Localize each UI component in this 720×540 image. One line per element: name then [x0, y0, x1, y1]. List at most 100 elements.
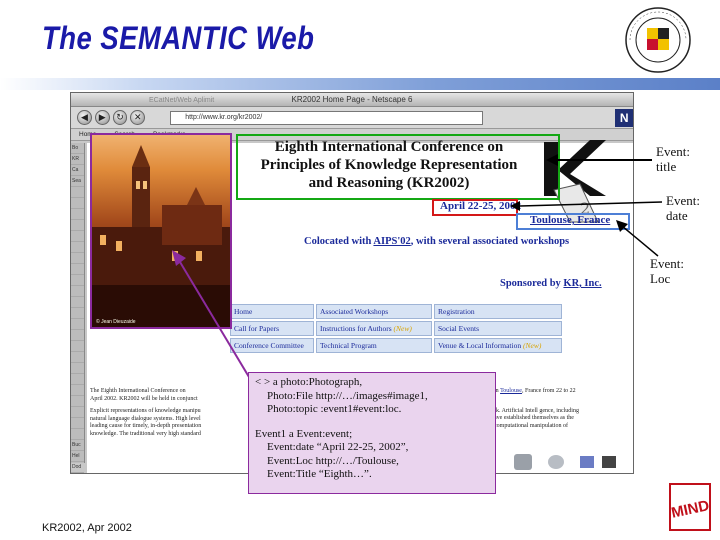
- text-line: The Eighth International Conference on: [90, 388, 186, 394]
- sidebar-item[interactable]: [71, 231, 84, 242]
- sidebar-item[interactable]: [71, 187, 84, 198]
- sidebar-item[interactable]: [71, 242, 84, 253]
- sidebar-item[interactable]: [71, 341, 84, 352]
- sidebar-item[interactable]: Bo: [71, 143, 84, 154]
- rdf-line: Event:Loc http://…/Toulouse,: [267, 454, 399, 467]
- nav-associated-workshops[interactable]: Associated Workshops: [316, 304, 432, 319]
- sidebar-item[interactable]: Hel: [71, 451, 84, 462]
- window-title: KR2002 Home Page - Netscape 6: [291, 95, 413, 104]
- faded-tab-label: ECatNet/Web Aplimit: [149, 97, 215, 104]
- aips-link[interactable]: AIPS'02: [373, 236, 410, 247]
- forward-button-icon[interactable]: ▶: [94, 110, 110, 125]
- reload-button-icon[interactable]: ↻: [112, 110, 128, 125]
- colocated-prefix: Colocated with: [304, 236, 374, 247]
- sidebar-item[interactable]: [71, 407, 84, 418]
- text-line: knowledge. The traditional very high sta…: [90, 430, 201, 437]
- nav-home[interactable]: Home: [230, 304, 314, 319]
- sponsor-prefix: Sponsored by: [500, 278, 564, 289]
- slide-footer: KR2002, Apr 2002: [42, 522, 132, 534]
- sidebar-item[interactable]: [71, 253, 84, 264]
- sidebar-item[interactable]: [71, 286, 84, 297]
- sidebar-item[interactable]: Dod: [71, 462, 84, 473]
- nav-label: Conference Committee: [234, 341, 304, 350]
- location-highlight-box: [516, 213, 630, 230]
- stop-button-icon[interactable]: ✕: [130, 110, 146, 125]
- nav-technical-program[interactable]: Technical Program: [316, 338, 432, 353]
- sidebar-item[interactable]: [71, 396, 84, 407]
- sidebar-item[interactable]: [71, 363, 84, 374]
- nav-label: Registration: [438, 307, 475, 316]
- sidebar-item[interactable]: [71, 319, 84, 330]
- callout-line: date: [666, 208, 688, 223]
- url-input[interactable]: http://www.kr.org/kr2002/: [170, 110, 484, 125]
- slide-title: The SEMANTIC Web: [42, 20, 315, 56]
- colocated-line: Colocated with AIPS'02, with several ass…: [304, 236, 569, 247]
- nav-conference-committee[interactable]: Conference Committee: [230, 338, 314, 353]
- rdf-line: < > a photo:Photograph,: [255, 376, 363, 388]
- nav-call-for-papers[interactable]: Call for Papers: [230, 321, 314, 336]
- browser-titlebar: ECatNet/Web Aplimit KR2002 Home Page - N…: [71, 93, 633, 107]
- text-line: Explicit representations of knowledge ma…: [90, 408, 201, 414]
- sidebar-item[interactable]: [71, 198, 84, 209]
- nav-social-events[interactable]: Social Events: [434, 321, 562, 336]
- intro-text-left: The Eighth International Conference on A…: [90, 388, 250, 438]
- text-line: natural language dialogue systems. High …: [90, 415, 201, 422]
- sidebar-item[interactable]: [71, 352, 84, 363]
- rdf-line: Event1 a Event:event;: [255, 427, 353, 440]
- dock-icons: [514, 454, 616, 470]
- rdf-line: Event:date “April 22-25, 2002”,: [267, 441, 409, 453]
- nav-label: Social Events: [438, 324, 480, 333]
- sidebar-item[interactable]: [71, 275, 84, 286]
- sidebar-item[interactable]: [71, 418, 84, 429]
- nav-instructions-for-authors[interactable]: Instructions for Authors (New): [316, 321, 432, 336]
- event-title-callout: Event: title: [656, 144, 690, 174]
- sidebar-item[interactable]: [71, 374, 84, 385]
- event-date-callout: Event: date: [666, 193, 700, 223]
- nav-label: Instructions for Authors: [320, 324, 394, 333]
- callout-line: Event:: [656, 144, 690, 159]
- monitor-icon: [602, 456, 616, 468]
- sidebar-item[interactable]: Buc: [71, 440, 84, 451]
- event-loc-callout: Event: Loc: [650, 256, 684, 286]
- sidebar-item[interactable]: KR: [71, 154, 84, 165]
- sidebar-item[interactable]: Sea: [71, 176, 84, 187]
- mind-logo: MIND: [669, 483, 711, 531]
- rdf-line: Photo:File http://…/images#image1,: [267, 389, 428, 402]
- kr-inc-link[interactable]: KR, Inc.: [563, 278, 601, 289]
- nav-label: Home: [234, 307, 253, 316]
- sidebar-item[interactable]: [71, 264, 84, 275]
- nav-registration[interactable]: Registration: [434, 304, 562, 319]
- text-line: ave established themselves as the: [494, 415, 574, 421]
- text-line: in Toulouse, France from 22 to 22: [494, 388, 630, 396]
- callout-line: Event:: [666, 193, 700, 208]
- sidebar-item[interactable]: [71, 429, 84, 440]
- text-fragment: , France from 22 to 22: [521, 388, 576, 394]
- new-badge: (New): [393, 324, 412, 333]
- text-line: April 2002. KR2002 will be held in conju…: [90, 395, 198, 402]
- sidebar-item[interactable]: [71, 330, 84, 341]
- rdf-line: Event:Title “Eighth…”.: [267, 468, 372, 480]
- text-line: [494, 396, 630, 408]
- drive-icon: [514, 454, 532, 470]
- date-highlight-box: [432, 199, 518, 216]
- colocated-suffix: , with several associated workshops: [410, 236, 570, 247]
- intro-text-right: in Toulouse, France from 22 to 22 rk. Ar…: [494, 388, 630, 430]
- rdf-line: Photo:topic :event1#event:loc.: [267, 403, 402, 415]
- sidebar-item[interactable]: [71, 385, 84, 396]
- nav-venue-local-information[interactable]: Venue & Local Information (New): [434, 338, 562, 353]
- sidebar-item[interactable]: [71, 220, 84, 231]
- text-line: rk. Artificial Intell gence, including: [494, 407, 579, 414]
- sidebar-item[interactable]: [71, 308, 84, 319]
- sidebar-item[interactable]: Ca: [71, 165, 84, 176]
- sidebar-item[interactable]: [71, 209, 84, 220]
- new-badge: (New): [522, 341, 542, 350]
- text-line: leading cause for timely, in-depth prese…: [90, 423, 202, 429]
- back-button-icon[interactable]: ◀: [77, 110, 92, 125]
- callout-line: Event:: [650, 256, 684, 271]
- toulouse-link[interactable]: Toulouse: [500, 388, 522, 394]
- site-navigation-grid: Home Associated Workshops Registration C…: [230, 304, 566, 353]
- sponsor-line: Sponsored by KR, Inc.: [500, 278, 602, 289]
- photo-highlight-box: [90, 133, 232, 329]
- sidebar-item[interactable]: [71, 297, 84, 308]
- nav-label: Call for Papers: [234, 324, 279, 333]
